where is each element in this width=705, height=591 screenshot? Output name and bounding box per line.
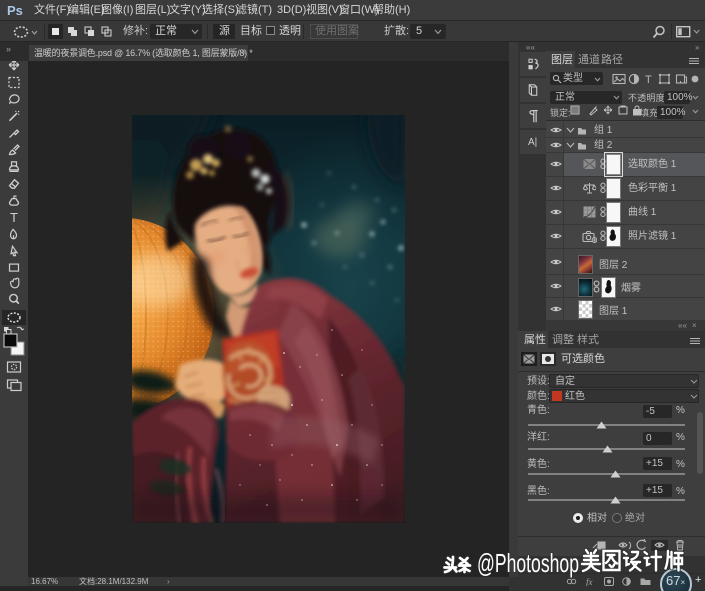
svg-text:T: T — [645, 74, 652, 85]
svg-text:@Photoshop: @Photoshop — [477, 548, 579, 578]
svg-text:T: T — [10, 210, 18, 225]
